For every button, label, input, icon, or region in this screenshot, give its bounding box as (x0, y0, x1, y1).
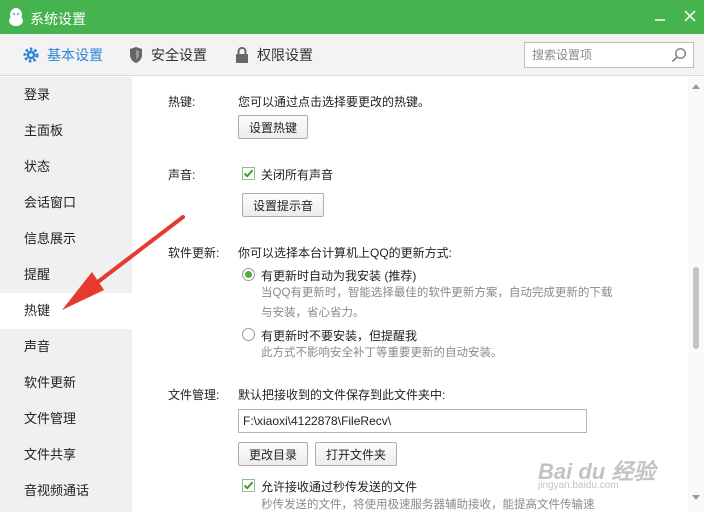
change-directory-button[interactable]: 更改目录 (238, 442, 309, 466)
flash-transfer-note: 秒传发送的文件，将使用极速服务器辅助接收，能提高文件传输速 (261, 499, 595, 511)
auto-install-radio[interactable] (242, 268, 255, 281)
scroll-up-icon[interactable] (692, 83, 700, 89)
open-folder-button[interactable]: 打开文件夹 (315, 442, 398, 466)
mute-all-label[interactable]: 关闭所有声音 (261, 166, 333, 183)
auto-install-note-line2: 与安装，省心省力。 (261, 307, 365, 319)
hotkey-section-label: 热键: (168, 95, 196, 109)
notify-only-label[interactable]: 有更新时不要安装，但提醒我 (261, 327, 417, 344)
allow-flash-transfer-label[interactable]: 允许接收通过秒传发送的文件 (261, 478, 417, 495)
auto-install-label[interactable]: 有更新时自动为我安装 (推荐) (261, 267, 416, 284)
search-box[interactable] (524, 42, 694, 68)
content-scrollbar[interactable] (688, 77, 704, 512)
checkmark-icon (243, 481, 254, 490)
settings-content: 热键: 您可以通过点击选择要更改的热键。 设置热键 声音: 关闭所有声音 设置提… (132, 77, 688, 512)
notify-only-radio[interactable] (242, 328, 255, 341)
sidebar-item-hotkey[interactable]: 热键 (0, 293, 132, 329)
hotkey-description: 您可以通过点击选择要更改的热键。 (238, 95, 431, 109)
sidebar-item-info-display[interactable]: 信息展示 (0, 221, 132, 257)
search-input[interactable] (525, 43, 665, 67)
mute-all-checkbox[interactable] (242, 167, 255, 180)
file-description: 默认把接收到的文件保存到此文件夹中: (238, 388, 446, 402)
sound-section-label: 声音: (168, 168, 196, 182)
close-icon[interactable] (680, 6, 700, 26)
set-hotkey-button[interactable]: 设置热键 (238, 115, 309, 139)
settings-toolbar: 基本设置 安全设置 权限设置 (0, 34, 704, 76)
scroll-down-icon[interactable] (692, 495, 700, 501)
sidebar-item-reminder[interactable]: 提醒 (0, 257, 132, 293)
sidebar-item-chat-window[interactable]: 会话窗口 (0, 185, 132, 221)
save-folder-path-field[interactable] (238, 409, 587, 433)
shield-icon (130, 47, 142, 63)
allow-flash-transfer-checkbox[interactable] (242, 479, 255, 492)
tab-permission-settings[interactable]: 权限设置 (234, 34, 313, 76)
tab-label: 安全设置 (151, 47, 207, 63)
title-bar: 系统设置 (0, 0, 704, 34)
tab-label: 基本设置 (47, 47, 103, 63)
lock-icon (236, 46, 248, 63)
scrollbar-thumb[interactable] (693, 267, 699, 349)
sidebar-item-main-panel[interactable]: 主面板 (0, 113, 132, 149)
tab-label: 权限设置 (257, 47, 313, 63)
sidebar-item-login[interactable]: 登录 (0, 77, 132, 113)
baidu-watermark: Bai du 经验 jingyan.baidu.com (538, 448, 688, 491)
search-icon[interactable] (671, 47, 687, 63)
update-description: 你可以选择本台计算机上QQ的更新方式: (238, 246, 453, 260)
minimize-icon[interactable] (650, 6, 670, 26)
sidebar-item-status[interactable]: 状态 (0, 149, 132, 185)
sidebar-item-av-call[interactable]: 音视频通话 (0, 473, 132, 509)
window-title: 系统设置 (30, 11, 86, 27)
tab-security-settings[interactable]: 安全设置 (128, 34, 207, 76)
sidebar-item-file-management[interactable]: 文件管理 (0, 401, 132, 437)
watermark-url: jingyan.baidu.com (538, 480, 619, 491)
notify-only-note: 此方式不影响安全补丁等重要更新的自动安装。 (261, 347, 503, 359)
qq-penguin-icon (9, 8, 23, 26)
file-section-label: 文件管理: (168, 388, 220, 402)
sidebar-item-file-sharing[interactable]: 文件共享 (0, 437, 132, 473)
checkmark-icon (243, 169, 254, 178)
auto-install-note-line1: 当QQ有更新时，智能选择最佳的软件更新方案，自动完成更新的下载 (261, 287, 613, 299)
sidebar: 登录 主面板 状态 会话窗口 信息展示 提醒 热键 声音 软件更新 文件管理 文… (0, 77, 132, 512)
sidebar-item-sound[interactable]: 声音 (0, 329, 132, 365)
tab-basic-settings[interactable]: 基本设置 (22, 34, 103, 76)
set-notification-sound-button[interactable]: 设置提示音 (242, 193, 325, 217)
gear-icon (23, 47, 39, 63)
sidebar-item-software-update[interactable]: 软件更新 (0, 365, 132, 401)
update-section-label: 软件更新: (168, 246, 220, 260)
